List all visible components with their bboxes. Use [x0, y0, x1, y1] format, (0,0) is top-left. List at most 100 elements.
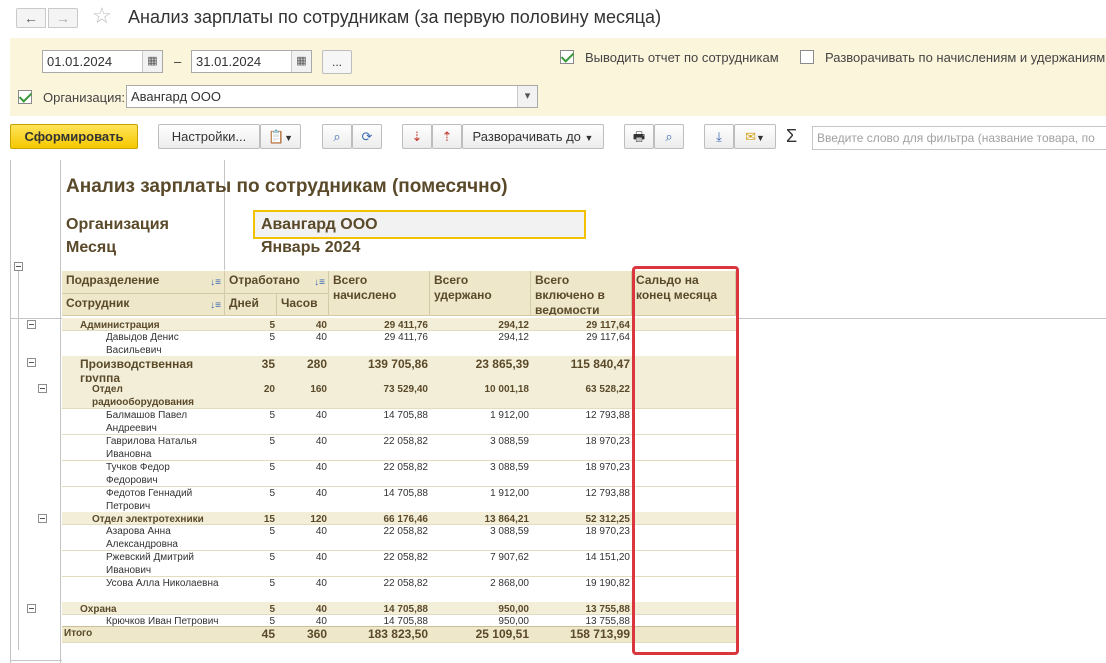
date-to-field[interactable]: 31.01.2024 ▦	[191, 50, 312, 73]
collapse-toggle-icon[interactable]	[27, 320, 36, 329]
row-name: Азарова Анна Александровна	[106, 526, 178, 550]
cell-withheld: 3 088,59	[490, 526, 529, 537]
row-name: Ржевский Дмитрий Иванович	[106, 552, 194, 576]
sort-asc-button[interactable]: ⇡	[432, 124, 462, 149]
date-from-value: 01.01.2024	[47, 54, 113, 69]
cell-accrued: 14 705,88	[383, 604, 429, 615]
collapse-toggle-icon[interactable]	[38, 384, 47, 393]
header-subdivision[interactable]: Подразделение ↓≡	[62, 271, 225, 294]
back-button[interactable]: ←	[16, 8, 46, 28]
save-button[interactable]: ⤓	[704, 124, 734, 149]
sort-icon[interactable]: ↓≡	[210, 275, 221, 290]
header-included: Всего включено в ведомости	[531, 271, 632, 316]
cell-balance	[632, 576, 736, 602]
variant-button[interactable]: 📋▼	[260, 124, 301, 149]
generate-button[interactable]: Сформировать	[10, 124, 138, 149]
cell-balance	[632, 626, 736, 642]
organization-value: Авангард ООО	[131, 89, 221, 104]
dropdown-icon[interactable]: ▾	[517, 86, 537, 107]
parameters-panel: 01.01.2024 ▦ – 31.01.2024 ▦ ... Выводить…	[10, 38, 1106, 116]
sort-asc-icon: ⇡	[441, 129, 453, 144]
calendar-icon[interactable]: ▦	[142, 51, 162, 72]
cell-balance	[632, 524, 736, 550]
collapse-toggle-icon[interactable]	[38, 514, 47, 523]
filter-input[interactable]	[812, 126, 1106, 150]
cell-days: 5	[269, 552, 275, 563]
favorite-star-icon[interactable]: ☆	[92, 3, 112, 29]
cell-accrued: 183 823,50	[367, 627, 428, 641]
search-button[interactable]: ⌕	[322, 124, 352, 149]
header-balance: Сальдо на конец месяца	[632, 271, 736, 316]
cell-included: 29 117,64	[586, 332, 630, 343]
sort-icon[interactable]: ↓≡	[314, 275, 325, 290]
organization-checkbox[interactable]	[18, 90, 32, 104]
title-bar: ← → ☆ Анализ зарплаты по сотрудникам (за…	[0, 0, 1106, 38]
expand-to-button[interactable]: Разворачивать до ▼	[462, 124, 604, 149]
cell-included: 18 970,23	[585, 526, 631, 537]
expand-accruals-checkbox[interactable]	[800, 50, 814, 64]
organization-label: Организация:	[43, 90, 126, 105]
forward-button[interactable]: →	[48, 8, 78, 28]
header-employee[interactable]: Сотрудник ↓≡	[62, 294, 225, 316]
refresh-search-icon: ⟳	[361, 129, 373, 144]
cell-balance	[632, 602, 736, 614]
report-area: Анализ зарплаты по сотрудникам (помесячн…	[10, 160, 1106, 663]
print-button[interactable]: 🖶	[624, 124, 654, 149]
print-preview-icon: ⌕	[665, 129, 673, 144]
cell-included: 63 528,22	[585, 384, 631, 395]
cell-withheld: 1 912,00	[490, 410, 529, 421]
cell-withheld: 1 912,00	[490, 488, 529, 499]
organization-field[interactable]: Авангард ООО ▾	[126, 85, 538, 108]
gutter-line	[10, 160, 11, 663]
row-name: Администрация	[80, 320, 160, 331]
header-worked-label: Отработано	[229, 273, 300, 287]
header-withheld: Всего удержано	[430, 271, 531, 316]
cell-hours: 40	[315, 436, 327, 447]
cell-balance	[632, 408, 736, 434]
cell-balance	[632, 512, 736, 524]
cell-withheld: 10 001,18	[484, 384, 530, 395]
collapse-toggle-icon[interactable]	[27, 358, 36, 367]
cell-balance	[632, 486, 736, 512]
cell-hours: 40	[315, 320, 327, 331]
cell-days: 45	[261, 627, 275, 641]
cell-hours: 40	[315, 462, 327, 473]
output-by-employee-checkbox[interactable]	[560, 50, 574, 64]
refresh-search-button[interactable]: ⟳	[352, 124, 382, 149]
cell-included: 115 840,47	[570, 357, 630, 371]
period-select-button[interactable]: ...	[322, 50, 352, 74]
calendar-icon[interactable]: ▦	[291, 51, 311, 72]
toolbar: Сформировать Настройки... 📋▼ ⌕ ⟳ ⇣ ⇡ Раз…	[0, 116, 1106, 158]
cell-included: 12 793,88	[585, 488, 631, 499]
cell-withheld: 7 907,62	[490, 552, 529, 563]
cell-accrued: 14 705,88	[383, 488, 429, 499]
cell-balance	[632, 460, 736, 486]
header-worked[interactable]: Отработано ↓≡	[225, 271, 329, 294]
cell-withheld: 3 088,59	[490, 436, 529, 447]
send-email-button[interactable]: ✉▼	[734, 124, 776, 149]
cell-withheld: 25 109,51	[475, 627, 529, 641]
settings-button[interactable]: Настройки...	[158, 124, 260, 149]
cell-hours: 120	[310, 514, 327, 525]
cell-withheld: 23 865,39	[475, 357, 529, 371]
row-name: Федотов Геннадий Петрович	[106, 488, 193, 512]
row-name: Производственная группа	[80, 357, 194, 383]
header-accrued: Всего начислено	[329, 271, 430, 316]
cell-hours: 40	[315, 332, 327, 343]
cell-withheld: 950,00	[498, 604, 529, 615]
expand-to-label: Разворачивать до	[472, 129, 581, 144]
cell-days: 5	[269, 462, 275, 473]
date-from-field[interactable]: 01.01.2024 ▦	[42, 50, 163, 73]
sum-icon[interactable]: Σ	[786, 126, 797, 147]
collapse-toggle-icon[interactable]	[27, 604, 36, 613]
cell-withheld: 3 088,59	[490, 462, 529, 473]
sort-icon[interactable]: ↓≡	[210, 298, 221, 313]
arrow-right-icon: →	[56, 10, 70, 26]
report-title: Анализ зарплаты по сотрудникам (помесячн…	[66, 176, 508, 197]
preview-button[interactable]: ⌕	[654, 124, 684, 149]
collapse-all-icon[interactable]	[14, 262, 23, 271]
sort-desc-button[interactable]: ⇣	[402, 124, 432, 149]
cell-balance	[632, 356, 736, 382]
cell-days: 15	[263, 514, 275, 525]
cell-included: 52 312,25	[585, 514, 631, 525]
